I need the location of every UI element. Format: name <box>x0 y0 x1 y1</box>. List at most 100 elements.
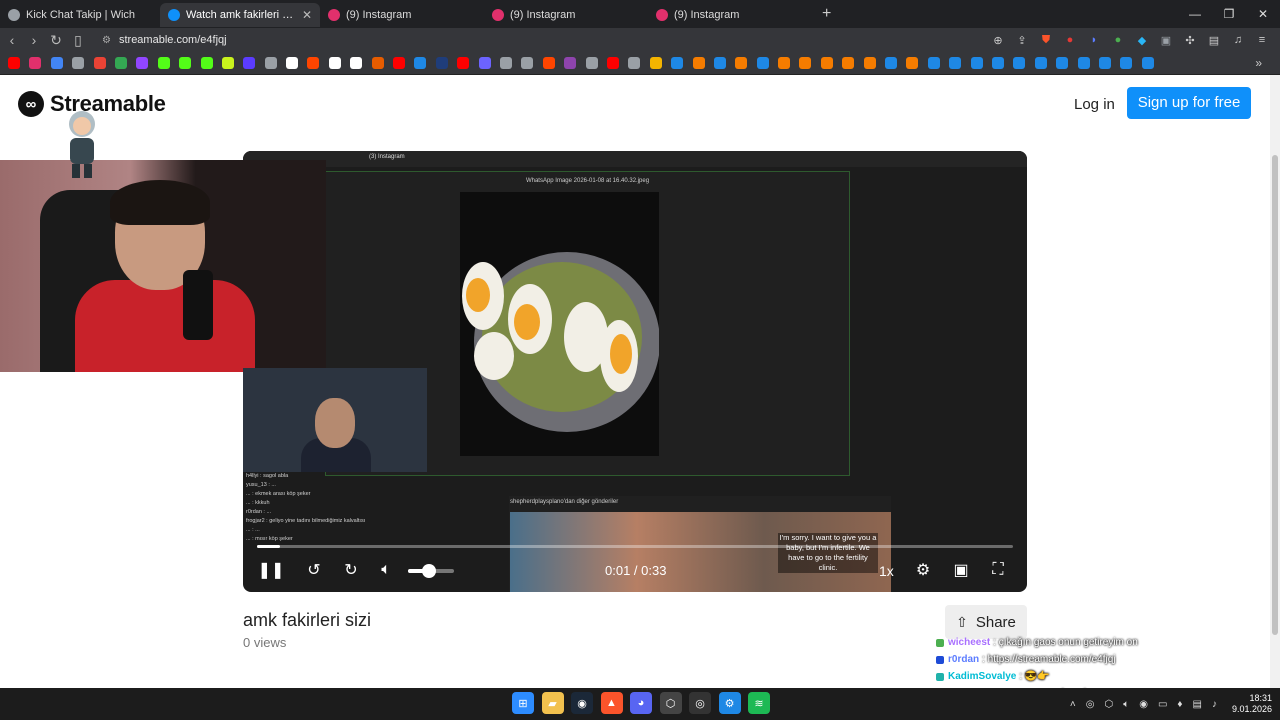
forward-icon[interactable]: › <box>24 32 44 48</box>
login-link[interactable]: Log in <box>1074 96 1115 113</box>
spotify-icon[interactable]: ≋ <box>748 692 770 714</box>
pause-icon[interactable]: ❚❚ <box>258 559 285 581</box>
scrollbar-thumb[interactable] <box>1272 155 1278 635</box>
settings-gear-icon[interactable]: ⚙ <box>912 559 934 581</box>
bookmark-icon[interactable] <box>414 57 427 69</box>
brave-icon[interactable]: ▲ <box>600 692 623 714</box>
extension-icon[interactable]: ● <box>1060 33 1080 47</box>
bookmark-icon[interactable] <box>393 57 406 69</box>
bookmark-icon[interactable] <box>970 57 983 69</box>
bookmark-icon[interactable] <box>1013 57 1026 69</box>
reload-icon[interactable]: ↻ <box>46 32 66 49</box>
volume-knob[interactable] <box>421 564 436 578</box>
bookmark-icon[interactable] <box>713 57 726 69</box>
bookmark-icon[interactable] <box>606 57 619 69</box>
menu-icon[interactable]: ≡ <box>1252 33 1272 47</box>
bookmark-icon[interactable] <box>949 57 962 69</box>
bookmark-icon[interactable] <box>499 57 512 69</box>
bookmark-icon[interactable] <box>1077 57 1090 69</box>
bookmark-icon[interactable] <box>457 57 470 69</box>
restore-icon[interactable]: ❐ <box>1212 0 1246 28</box>
bookmark-icon[interactable]: ▯ <box>68 32 88 49</box>
extension-icon[interactable]: ▣ <box>1156 33 1176 47</box>
bookmark-icon[interactable] <box>628 57 641 69</box>
tab-3[interactable]: (9) Instagram <box>484 3 648 27</box>
media-icon[interactable]: ♫ <box>1228 33 1248 47</box>
bookmark-icon[interactable] <box>799 57 812 69</box>
bookmark-icon[interactable] <box>735 57 748 69</box>
tab-1[interactable]: Watch amk fakirleri sizi | Strea ✕ <box>160 3 320 27</box>
signup-button[interactable]: Sign up for free <box>1127 87 1251 119</box>
tray-app-icon[interactable]: ⬡ <box>1104 699 1113 710</box>
bookmark-icon[interactable] <box>200 57 213 69</box>
close-icon[interactable]: ✕ <box>302 8 312 22</box>
bookmark-icon[interactable] <box>991 57 1004 69</box>
bookmark-icon[interactable] <box>328 57 341 69</box>
progress-bar[interactable] <box>257 545 1013 548</box>
bookmark-icon[interactable] <box>1098 57 1111 69</box>
volume-slider[interactable] <box>408 564 454 578</box>
steam-tray-icon[interactable]: ⚙ <box>718 692 741 714</box>
bookmark-icon[interactable] <box>756 57 769 69</box>
clock[interactable]: 18:31 9.01.2026 <box>1232 693 1272 715</box>
wifi-icon[interactable]: ▤ <box>1193 699 1202 710</box>
bookmark-icon[interactable] <box>585 57 598 69</box>
volume-icon[interactable]: 🔈︎ <box>375 559 397 581</box>
bookmark-icon[interactable] <box>778 57 791 69</box>
bookmark-icon[interactable] <box>649 57 662 69</box>
steam-icon[interactable]: ◉ <box>571 692 593 714</box>
volume-tray-icon[interactable]: ♪ <box>1212 699 1217 710</box>
site-info-icon[interactable]: ⚙ <box>102 35 111 46</box>
steam-tray-icon[interactable]: ◉ <box>1139 699 1148 710</box>
tab-2[interactable]: (9) Instagram <box>320 3 484 27</box>
tray-app-icon[interactable]: ◎ <box>1086 699 1095 710</box>
windows-start-icon[interactable]: ⊞ <box>512 692 534 714</box>
extension-icon[interactable]: ● <box>1108 33 1128 47</box>
bookmark-icon[interactable] <box>136 57 149 69</box>
bookmark-icon[interactable] <box>114 57 127 69</box>
app-cube-icon[interactable]: ⬡ <box>659 692 682 714</box>
bookmark-icon[interactable] <box>906 57 919 69</box>
bookmark-icon[interactable] <box>307 57 320 69</box>
mic-icon[interactable]: ♦ <box>1177 699 1182 710</box>
bookmark-icon[interactable] <box>842 57 855 69</box>
url-field[interactable]: ⚙ streamable.com/e4fjqj <box>102 30 982 50</box>
obs-icon[interactable]: ◎ <box>689 692 711 714</box>
extension-icon[interactable]: ◗ <box>1084 33 1104 47</box>
rewind-10-icon[interactable]: ↺ <box>303 559 325 581</box>
brave-shield-icon[interactable]: ⛊ <box>1036 33 1056 47</box>
bookmark-icon[interactable] <box>692 57 705 69</box>
bookmark-icon[interactable] <box>863 57 876 69</box>
bookmark-icon[interactable] <box>179 57 192 69</box>
page-scrollbar[interactable] <box>1270 75 1280 688</box>
bookmark-icon[interactable] <box>29 57 42 69</box>
chevron-up-icon[interactable]: ˄ <box>1070 699 1076 710</box>
bookmark-icon[interactable] <box>542 57 555 69</box>
bookmark-icon[interactable] <box>8 57 20 69</box>
file-explorer-icon[interactable]: ▰ <box>541 692 564 714</box>
close-window-icon[interactable]: ✕ <box>1246 0 1280 28</box>
network-icon[interactable]: ▭ <box>1158 699 1167 710</box>
bookmark-icon[interactable] <box>521 57 534 69</box>
tab-0[interactable]: Kick Chat Takip | Wich <box>0 3 160 27</box>
bookmark-icon[interactable] <box>286 57 299 69</box>
speaker-icon[interactable]: 🔈︎ <box>1123 699 1129 710</box>
fullscreen-icon[interactable]: ⛶ <box>987 559 1009 581</box>
bookmark-icon[interactable] <box>564 57 577 69</box>
tab-4[interactable]: (9) Instagram <box>648 3 812 27</box>
bookmark-icon[interactable] <box>371 57 384 69</box>
minimize-icon[interactable]: — <box>1178 0 1212 28</box>
bookmark-icon[interactable] <box>820 57 833 69</box>
sidebar-icon[interactable]: ▤ <box>1204 33 1224 47</box>
playback-speed-button[interactable]: 1x <box>879 563 894 579</box>
bookmark-icon[interactable] <box>221 57 234 69</box>
bookmark-icon[interactable] <box>1056 57 1069 69</box>
bookmark-icon[interactable] <box>885 57 898 69</box>
bookmark-icon[interactable] <box>157 57 170 69</box>
picture-in-picture-icon[interactable]: ▣ <box>950 559 972 581</box>
discord-icon[interactable]: ◕ <box>630 692 652 714</box>
share-page-icon[interactable]: ⇪ <box>1012 33 1032 47</box>
bookmark-icon[interactable] <box>435 57 448 69</box>
bookmark-icon[interactable] <box>478 57 491 69</box>
extension-icon[interactable]: ◆ <box>1132 33 1152 47</box>
